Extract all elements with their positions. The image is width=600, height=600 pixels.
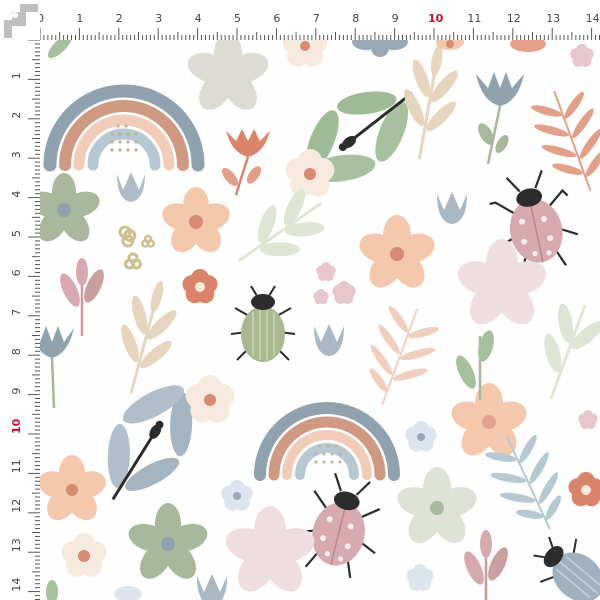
ruler-left-label: 14	[10, 578, 23, 592]
ruler-left: 01234567891011121314	[0, 0, 40, 600]
ruler-left-label: 9	[10, 388, 23, 395]
ruler-top-label: 12	[507, 12, 521, 25]
ruler-top-label: 11	[467, 12, 481, 25]
ruler-top-label: 14	[586, 12, 600, 25]
ruler-top-label: 5	[234, 12, 241, 25]
ruler-left-label: 6	[10, 269, 23, 276]
ruler-left-label: 12	[10, 499, 23, 513]
ruler-left-label: 13	[10, 538, 23, 552]
ruler-top-label: 8	[352, 12, 359, 25]
ruler-top-label: 2	[116, 12, 123, 25]
ruler-left-label: 4	[10, 191, 23, 198]
ruler-top-label: 9	[392, 12, 399, 25]
ruler-left-label: 8	[10, 348, 23, 355]
ruler-corner	[0, 0, 40, 40]
ruler-left-label: 2	[10, 112, 23, 119]
ruler-top-label: 3	[155, 12, 162, 25]
fabric-pattern	[0, 0, 600, 600]
ruler-top: 0 1 2 3 4 5 6 7 8 9 10 11 12 13 14	[0, 0, 600, 40]
ruler-top-label: 6	[273, 12, 280, 25]
ruler-top-label: 13	[546, 12, 560, 25]
ruler-top-label: 10	[428, 12, 444, 25]
ruler-left-label: 5	[10, 230, 23, 237]
fabric-preview: 01234567891011121314 0123456789101112131…	[0, 0, 600, 600]
ruler-top-label: 7	[313, 12, 320, 25]
ruler-left-label: 1	[10, 72, 23, 79]
ruler-top-label: 1	[76, 12, 83, 25]
ruler-top-label: 4	[195, 12, 202, 25]
ruler-left-label: 11	[10, 459, 23, 473]
ruler-left-label: 10	[10, 418, 23, 434]
ruler-left-label: 7	[10, 309, 23, 316]
ruler-left-label: 3	[10, 151, 23, 158]
